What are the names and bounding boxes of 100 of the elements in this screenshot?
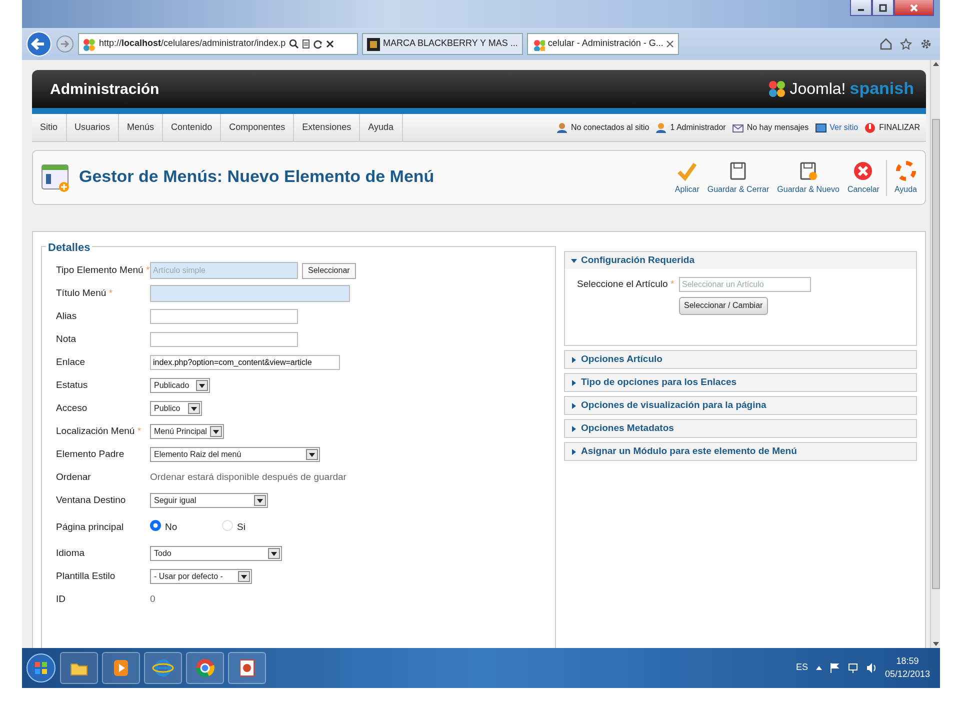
panel-header[interactable]: Opciones Metadatos [565,420,916,437]
address-bar[interactable]: http://localhost/celulares/administrator/index.p [78,33,358,55]
view-site-link[interactable]: Ver sitio [830,122,858,134]
browser-tab[interactable]: MARCA BLACKBERRY Y MAS ... [362,33,523,55]
caret-right-icon [571,448,577,454]
radio-label: No [165,520,178,534]
scroll-thumb[interactable] [932,119,940,589]
network-icon[interactable] [848,663,858,673]
caret-icon [212,430,219,434]
maximize-button[interactable] [872,0,894,16]
panel-header[interactable]: Tipo de opciones para los Enlaces [565,374,916,391]
taskbar-app[interactable] [102,652,140,684]
dropdown[interactable]: Publicado [150,378,210,393]
logo-tagline: spanish [850,78,914,100]
home-icon[interactable] [880,38,892,50]
user-icon [655,122,668,134]
field-label: Plantilla Estilo [56,569,116,584]
refresh-icon [312,39,323,49]
dropdown[interactable]: Elemento Raiz del menú [150,447,320,462]
minimize-button[interactable] [850,0,872,16]
envelope-icon [732,122,744,134]
field-label: Ordenar [56,470,92,484]
save-button[interactable]: Guardar & Cerrar [703,160,774,196]
clock-date[interactable]: 05/12/2013 [884,668,930,682]
apply-button[interactable]: Aplicar [670,160,704,196]
taskbar-app[interactable] [186,652,224,684]
menu-item[interactable]: Usuarios [66,114,120,141]
field-label: Enlace [56,355,86,370]
close-icon[interactable] [666,40,674,48]
menu-item[interactable]: Menús [119,114,164,141]
caret-icon [257,498,263,502]
caret-right-icon [571,356,577,362]
field-label: ID [56,592,66,606]
joomla-logo-icon [532,38,545,50]
settings-icon[interactable] [920,38,932,50]
panel-header[interactable]: Asignar un Módulo para este elemento de Menú [565,443,916,460]
status-text: No hay mensajes [746,122,809,134]
dropdown[interactable]: Menú Principal [150,424,224,439]
field-label: Seleccione el Artículo * [577,277,676,292]
dropdown[interactable]: Publico [150,401,202,416]
status-text: 1 Administrador [670,122,726,134]
input-field[interactable] [150,285,350,302]
field-label: Estatus [56,378,89,392]
joomla-logo-icon [768,80,786,98]
taskbar-app[interactable] [228,652,266,684]
tab-title: celular - Administración - G... [548,37,664,50]
menu-item[interactable]: Contenido [163,114,222,141]
tab-title: MARCA BLACKBERRY Y MAS ... [383,37,518,50]
cancel-button[interactable]: Cancelar [843,160,884,196]
page-title: Gestor de Menús: Nuevo Elemento de Menú [79,167,434,188]
help-button[interactable]: Ayuda [890,160,921,196]
menu-manager-icon [41,162,71,192]
clock-time[interactable]: 18:59 [896,654,919,668]
speaker-icon[interactable] [866,663,877,673]
dropdown[interactable]: Todo [150,546,282,561]
browser-tab[interactable]: celular - Administración - G... [526,33,680,55]
caret-icon [191,406,197,410]
save-button[interactable]: Guardar & Nuevo [773,160,844,196]
menu-item[interactable]: Sitio [32,114,67,141]
language-indicator[interactable]: ES [796,661,808,675]
ordering-note: Ordenar estará disponible después de guardar [150,470,346,484]
select-button[interactable]: Seleccionar [302,262,356,278]
caret-icon [241,574,247,578]
caret-right-icon [571,426,577,432]
logout-link[interactable]: FINALIZAR [879,122,920,134]
input-field[interactable]: Artículo simple [150,262,298,279]
field-label: Elemento Padre [56,447,126,462]
back-button[interactable] [26,31,52,57]
input-field[interactable] [150,309,298,324]
panel-header[interactable]: Opciones de visualización para la página [565,397,916,414]
cancel-icon [852,160,874,182]
input-field[interactable]: Seleccionar un Artículo [679,277,811,292]
caret-icon [309,452,315,456]
input-field[interactable] [150,332,298,347]
radio-button[interactable] [150,520,161,531]
menu-item[interactable]: Extensiones [294,114,360,141]
select-change-button[interactable]: Seleccionar / Cambiar [679,297,768,315]
menu-item[interactable]: Ayuda [360,114,403,141]
flag-icon[interactable] [830,663,840,673]
field-label: Acceso [56,401,88,416]
dropdown[interactable]: - Usar por defecto - [150,569,252,584]
field-label: Nota [56,332,78,346]
taskbar-app[interactable] [144,652,182,684]
panel-header[interactable]: Opciones Artículo [565,351,916,368]
star-icon[interactable] [900,38,912,50]
taskbar-app[interactable] [60,652,98,684]
field-label: Localización Menú * [56,424,142,438]
search-icon [288,39,299,49]
scrollbar[interactable] [930,60,940,648]
close-button[interactable] [894,0,934,16]
input-field[interactable]: index.php?option=com_content&view=article [150,355,340,370]
start-icon[interactable] [26,653,56,683]
app-logo-icon [367,38,380,50]
tray-arrow-icon[interactable] [816,666,822,670]
menu-item[interactable]: Componentes [221,114,294,141]
panel-header[interactable]: Configuración Requerida [565,252,916,269]
field-label: Título Menú * [56,286,114,300]
browser-e-icon [152,657,174,679]
caret-icon [199,384,205,388]
dropdown[interactable]: Seguir igual [150,493,268,508]
